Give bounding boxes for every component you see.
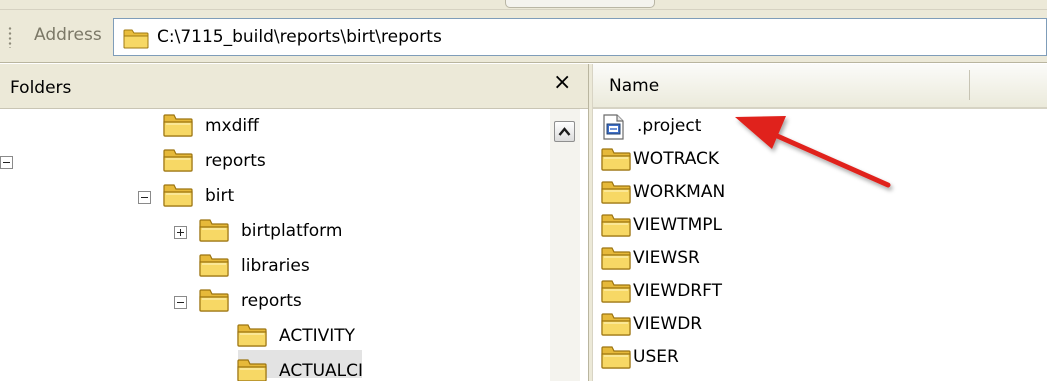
tree-node-label: birt	[205, 186, 235, 206]
folder-icon	[601, 345, 631, 374]
folder-icon	[123, 28, 149, 54]
file-list-pane: Name .project WOTRACK WORKMAN VIEWTMPL VIEWS…	[593, 64, 1047, 381]
file-name: VIEWSR	[633, 248, 700, 268]
column-divider[interactable]	[969, 70, 970, 100]
expand-icon[interactable]	[174, 226, 187, 239]
tree-node-label: ACTUALCI	[279, 361, 364, 381]
file-name: VIEWDRFT	[633, 281, 722, 301]
folder-icon	[163, 148, 193, 177]
folder-icon	[163, 113, 193, 142]
file-name: VIEWTMPL	[633, 215, 722, 235]
folder-icon	[237, 323, 267, 352]
tree-node-label: libraries	[241, 256, 310, 276]
folder-icon	[237, 358, 267, 381]
close-icon[interactable]: ×	[553, 72, 571, 94]
explorer-window: Address C:\7115_build\reports\birt\repor…	[0, 0, 1047, 381]
folders-pane: Folders × mxdiff reports birt birtplatform l…	[0, 64, 588, 381]
address-label: Address	[34, 25, 102, 45]
collapse-icon[interactable]	[138, 191, 151, 204]
address-field[interactable]: C:\7115_build\reports\birt\reports	[113, 18, 1047, 56]
project-file-icon	[601, 114, 625, 145]
folder-icon	[163, 183, 193, 212]
scroll-up-arrow-icon[interactable]	[554, 121, 575, 142]
file-name: .project	[637, 116, 702, 136]
folder-icon	[601, 147, 631, 176]
folder-icon	[199, 288, 229, 317]
tree-node-label: reports	[241, 291, 302, 311]
folder-icon	[601, 213, 631, 242]
collapse-icon[interactable]	[0, 156, 13, 169]
folder-icon	[199, 218, 229, 247]
address-bar: Address C:\7115_build\reports\birt\repor…	[0, 10, 1047, 63]
toolbar-strip	[0, 0, 1047, 10]
file-name: VIEWDR	[633, 314, 703, 334]
file-name: WOTRACK	[633, 149, 720, 169]
tree-scrollbar[interactable]	[550, 109, 580, 381]
name-column-label[interactable]: Name	[609, 76, 659, 96]
address-path[interactable]: C:\7115_build\reports\birt\reports	[157, 27, 442, 47]
folder-icon	[601, 180, 631, 209]
toolbar-button-edge[interactable]	[505, 0, 655, 8]
toolbar-grip-icon[interactable]	[8, 26, 12, 48]
tree-node-label: ACTIVITY	[279, 326, 356, 346]
collapse-icon[interactable]	[174, 296, 187, 309]
folder-icon	[601, 312, 631, 341]
folders-pane-title: Folders	[10, 78, 72, 98]
folder-icon	[601, 279, 631, 308]
tree-node-label: mxdiff	[205, 116, 259, 136]
name-column-header[interactable]: Name	[593, 64, 1047, 109]
folders-pane-header: Folders ×	[0, 64, 588, 109]
folder-icon	[601, 246, 631, 275]
folder-icon	[199, 253, 229, 282]
file-name: USER	[633, 347, 679, 367]
tree-node-label: reports	[205, 151, 266, 171]
file-name: WORKMAN	[633, 182, 726, 202]
tree-node-label: birtplatform	[241, 221, 343, 241]
